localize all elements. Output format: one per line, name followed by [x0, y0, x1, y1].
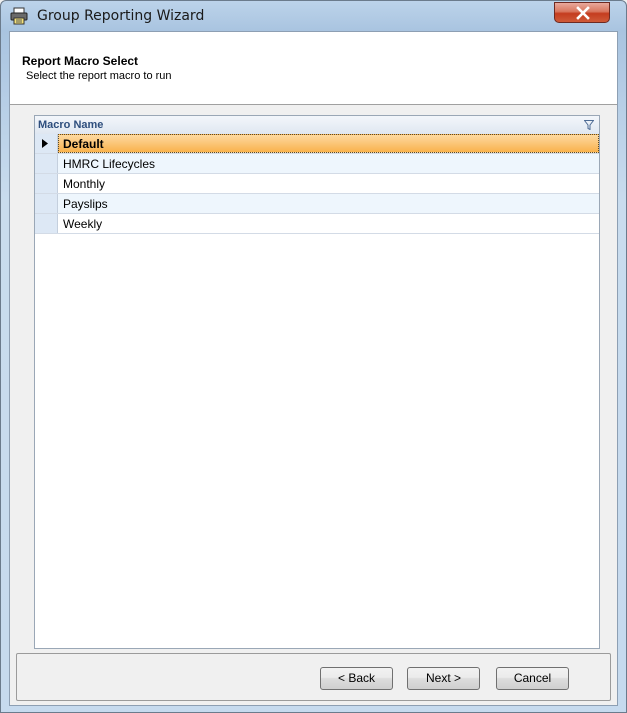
- table-row-weekly[interactable]: Weekly: [35, 214, 599, 234]
- page-subtitle: Select the report macro to run: [26, 70, 172, 82]
- row-selector[interactable]: [35, 214, 58, 233]
- back-button[interactable]: < Back: [320, 667, 393, 690]
- wizard-window: Group Reporting Wizard Report Macro Sele…: [0, 0, 627, 713]
- printer-icon: [10, 7, 28, 25]
- macro-name-cell[interactable]: Default: [63, 137, 104, 151]
- selected-cell-highlight: [58, 134, 599, 153]
- macro-name-cell[interactable]: Payslips: [63, 197, 108, 211]
- wizard-header-panel: Report Macro Select Select the report ma…: [10, 32, 617, 105]
- close-icon: [576, 6, 590, 20]
- next-button[interactable]: Next >: [407, 667, 480, 690]
- table-row-payslips[interactable]: Payslips: [35, 194, 599, 214]
- macro-name-cell[interactable]: Weekly: [63, 217, 102, 231]
- cancel-button[interactable]: Cancel: [496, 667, 569, 690]
- row-selector[interactable]: [35, 194, 58, 213]
- wizard-button-bar: < Back Next > Cancel: [16, 653, 611, 701]
- macro-name-cell[interactable]: HMRC Lifecycles: [63, 157, 155, 171]
- current-row-arrow-icon: [42, 139, 48, 148]
- row-selector[interactable]: [35, 154, 58, 173]
- macro-name-cell[interactable]: Monthly: [63, 177, 105, 191]
- row-selector[interactable]: [35, 134, 58, 153]
- title-bar[interactable]: Group Reporting Wizard: [1, 1, 626, 31]
- close-button[interactable]: [554, 2, 610, 23]
- table-row-default[interactable]: Default: [35, 134, 599, 154]
- table-row-monthly[interactable]: Monthly: [35, 174, 599, 194]
- table-row-hmrc-lifecycles[interactable]: HMRC Lifecycles: [35, 154, 599, 174]
- column-header-label: Macro Name: [38, 119, 104, 131]
- column-header-macro-name[interactable]: Macro Name: [35, 116, 599, 135]
- macro-grid[interactable]: Macro Name Default HMRC Lifecycles Month…: [34, 115, 600, 649]
- page-title: Report Macro Select: [22, 54, 139, 68]
- filter-icon[interactable]: [584, 120, 594, 130]
- row-selector[interactable]: [35, 174, 58, 193]
- wizard-client-area: Report Macro Select Select the report ma…: [9, 31, 618, 706]
- window-title: Group Reporting Wizard: [37, 8, 205, 24]
